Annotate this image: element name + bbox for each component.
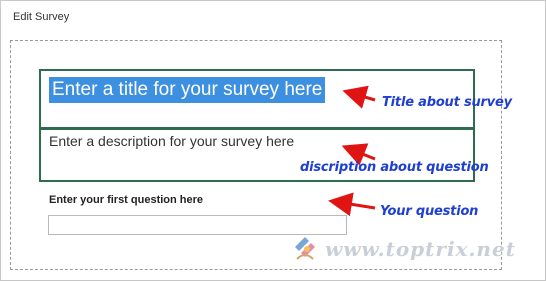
first-question-label: Enter your first question here (49, 194, 204, 206)
watermark: www.toptrix.net (291, 233, 531, 267)
watermark-text: www.toptrix.net (325, 237, 516, 261)
description-annotation: discription about question (300, 160, 489, 175)
title-annotation: Title about survey (382, 95, 512, 110)
survey-description-input[interactable]: Enter a description for your survey here (49, 133, 294, 149)
first-question-input[interactable] (48, 215, 347, 235)
survey-title-input[interactable]: Enter a title for your survey here (49, 77, 326, 103)
window-title: Edit Survey (13, 11, 70, 23)
edit-survey-window: Edit Survey Enter a title for your surve… (0, 0, 546, 281)
toptrix-logo-icon (295, 237, 315, 260)
question-annotation: Your question (380, 204, 479, 219)
